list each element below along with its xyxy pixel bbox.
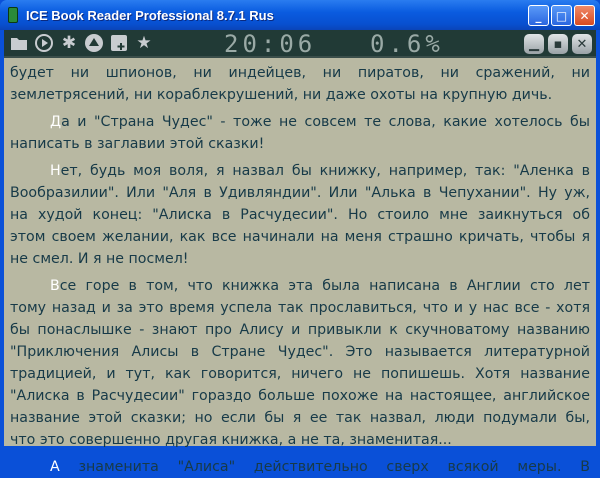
text-line: А знаменита "Алиса" действительно сверх … — [10, 456, 590, 478]
line-text: ет, будь моя воля, я назвал бы книжку, н… — [60, 163, 590, 179]
reader-minimize-button[interactable]: ▁ — [524, 34, 544, 54]
text-line: этом своем желании, как все начинали на … — [10, 226, 590, 248]
text-line: бы понаслышке - знают про Алису и привык… — [10, 319, 590, 341]
drop-initial: Д — [50, 114, 62, 130]
line-text: тому назад и за это время успела так про… — [10, 300, 590, 316]
window-title: ICE Book Reader Professional 8.7.1 Rus — [26, 7, 274, 23]
line-text: Вообразилии". Или "Аля в Удивляндии". Ил… — [10, 185, 590, 201]
close-button[interactable]: ✕ — [574, 5, 595, 26]
eject-icon[interactable] — [84, 33, 104, 53]
reader-frame: ✱ ★ 20:06 0.6% ▁ ▪ ✕ будет ни шпионов, н… — [4, 30, 596, 475]
text-line: название этой сказки; но если бы я ее та… — [10, 407, 590, 429]
line-text: этом своем желании, как все начинали на … — [10, 229, 590, 245]
line-text: на худой конец: "Алиска в Расчудесии". Н… — [10, 207, 590, 223]
paragraph: будет ни шпионов, ни индейцев, ни пирато… — [10, 62, 590, 106]
title-bar[interactable]: ICE Book Reader Professional 8.7.1 Rus _… — [0, 0, 600, 30]
text-line: тому назад и за это время успела так про… — [10, 297, 590, 319]
settings-icon[interactable]: ✱ — [59, 33, 79, 53]
drop-initial: Н — [50, 163, 61, 179]
text-line: землетрясений, ни кораблекрушений, ни да… — [10, 84, 590, 106]
star-icon[interactable]: ★ — [134, 33, 154, 53]
text-line: Нет, будь моя воля, я назвал бы книжку, … — [10, 160, 590, 182]
reader-toolbar: ✱ ★ 20:06 0.6% ▁ ▪ ✕ — [4, 30, 596, 58]
drop-initial: В — [50, 278, 60, 294]
line-text: землетрясений, ни кораблекрушений, ни да… — [10, 87, 553, 103]
text-line: будет ни шпионов, ни индейцев, ни пирато… — [10, 62, 590, 84]
paragraph: Да и "Страна Чудес" - тоже не совсем те … — [10, 111, 590, 155]
text-line: на худой конец: "Алиска в Расчудесии". Н… — [10, 204, 590, 226]
line-text: "Приключения Алисы в Стране Чудес". Это … — [10, 344, 590, 360]
folder-icon[interactable] — [9, 33, 29, 53]
line-text: будет ни шпионов, ни индейцев, ни пирато… — [10, 65, 590, 81]
clock-display: 20:06 — [224, 30, 317, 58]
text-line: Все горе в том, что книжка эта была напи… — [10, 275, 590, 297]
paragraph: Нет, будь моя воля, я назвал бы книжку, … — [10, 160, 590, 270]
reader-close-button[interactable]: ✕ — [572, 34, 592, 54]
reader-maximize-button[interactable]: ▪ — [548, 34, 568, 54]
maximize-button[interactable]: □ — [551, 5, 572, 26]
paragraph: А знаменита "Алиса" действительно сверх … — [10, 456, 590, 478]
add-bookmark-icon[interactable] — [109, 33, 129, 53]
book-text: будет ни шпионов, ни индейцев, ни пирато… — [4, 58, 596, 478]
line-text: а и "Страна Чудес" - тоже не совсем те с… — [61, 114, 590, 130]
progress-display: 0.6% — [370, 30, 444, 58]
line-text: написать в заглавии этой сказки! — [10, 136, 265, 152]
line-text: традицией, и тут, как говорится, ничего … — [10, 366, 590, 382]
text-line: что это совершенно другая книжка, а не т… — [10, 429, 590, 451]
line-text: "Алиска в Расчудесии" гораздо больше пох… — [10, 388, 590, 404]
text-line: "Приключения Алисы в Стране Чудес". Это … — [10, 341, 590, 363]
text-line: Да и "Страна Чудес" - тоже не совсем те … — [10, 111, 590, 133]
line-text: знаменита "Алиса" действительно сверх вс… — [59, 459, 590, 475]
line-text: бы понаслышке - знают про Алису и привык… — [10, 322, 590, 338]
drop-initial: А — [50, 459, 60, 475]
text-line: не смел. И я не посмел! — [10, 248, 590, 270]
line-text: название этой сказки; но если бы я ее та… — [10, 410, 590, 426]
text-line: традицией, и тут, как говорится, ничего … — [10, 363, 590, 385]
play-icon[interactable] — [34, 33, 54, 53]
app-icon — [8, 7, 18, 23]
text-line: Вообразилии". Или "Аля в Удивляндии". Ил… — [10, 182, 590, 204]
paragraph: Все горе в том, что книжка эта была напи… — [10, 275, 590, 451]
line-text: что это совершенно другая книжка, а не т… — [10, 432, 452, 448]
minimize-button[interactable]: _ — [528, 5, 549, 26]
line-text: не смел. И я не посмел! — [10, 251, 189, 267]
text-line: написать в заглавии этой сказки! — [10, 133, 590, 155]
line-text: се горе в том, что книжка эта была напис… — [59, 278, 590, 294]
text-line: "Алиска в Расчудесии" гораздо больше пох… — [10, 385, 590, 407]
